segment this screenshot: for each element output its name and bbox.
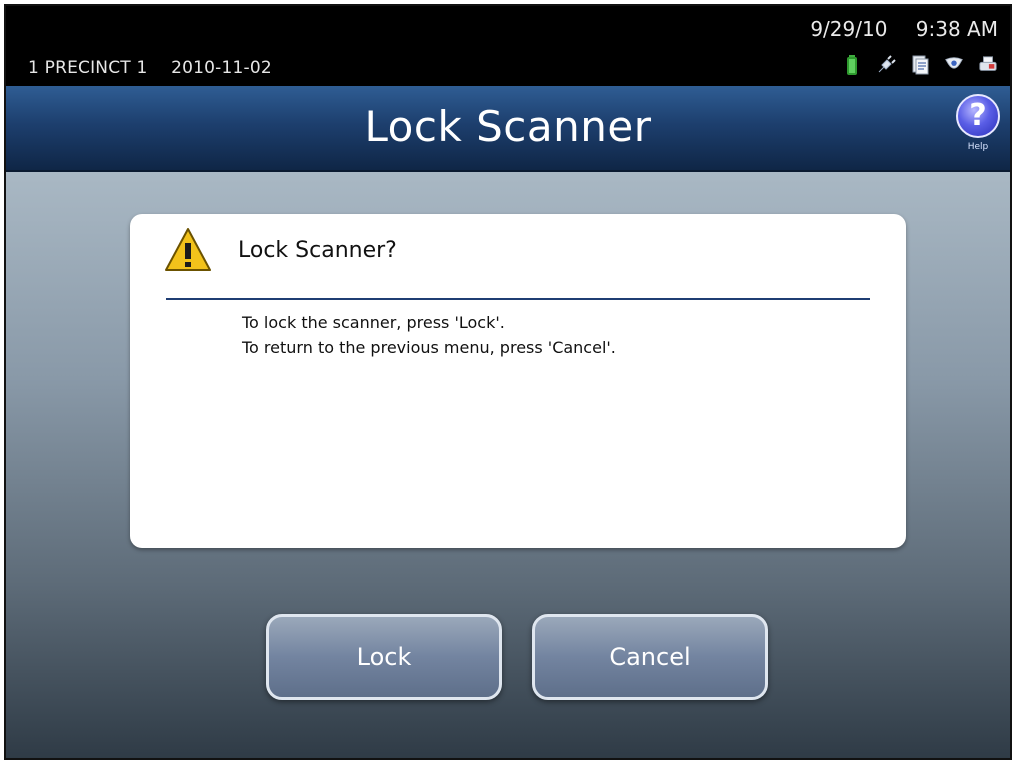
date-time: 9/29/10 9:38 AM: [810, 17, 998, 41]
power-plug-icon: [876, 54, 896, 76]
help-label: Help: [967, 142, 989, 152]
dialog-divider: [166, 298, 870, 300]
help-icon: ?: [956, 94, 1000, 138]
election-date: 2010-11-02: [171, 58, 272, 78]
precinct-info: 1 PRECINCT 1 2010-11-02: [28, 58, 290, 78]
time-label: 9:38 AM: [915, 17, 998, 41]
dialog-message-line: To return to the previous menu, press 'C…: [242, 338, 616, 357]
scanner-screen: 1 PRECINCT 1 2010-11-02 9/29/10 9:38 AM: [4, 4, 1012, 760]
status-icons: [842, 54, 998, 76]
shield-icon: [944, 54, 964, 76]
date-label: 9/29/10: [810, 17, 888, 41]
status-bar: 1 PRECINCT 1 2010-11-02 9/29/10 9:38 AM: [6, 6, 1010, 86]
lock-button[interactable]: Lock: [266, 614, 502, 700]
help-button[interactable]: ? Help: [952, 92, 1004, 166]
precinct-label: 1 PRECINCT 1: [28, 58, 148, 78]
content-area: Lock Scanner? To lock the scanner, press…: [6, 172, 1010, 758]
dialog-title: Lock Scanner?: [238, 238, 397, 263]
title-bar: Lock Scanner ? Help: [6, 86, 1010, 172]
confirm-dialog: Lock Scanner? To lock the scanner, press…: [130, 214, 906, 548]
warning-icon: [165, 228, 211, 271]
dialog-message: To lock the scanner, press 'Lock'. To re…: [242, 310, 616, 360]
document-icon: [910, 54, 930, 76]
printer-icon: [978, 54, 998, 76]
page-title: Lock Scanner: [364, 102, 652, 151]
dialog-message-line: To lock the scanner, press 'Lock'.: [242, 313, 505, 332]
cancel-button[interactable]: Cancel: [532, 614, 768, 700]
battery-icon: [842, 54, 862, 76]
